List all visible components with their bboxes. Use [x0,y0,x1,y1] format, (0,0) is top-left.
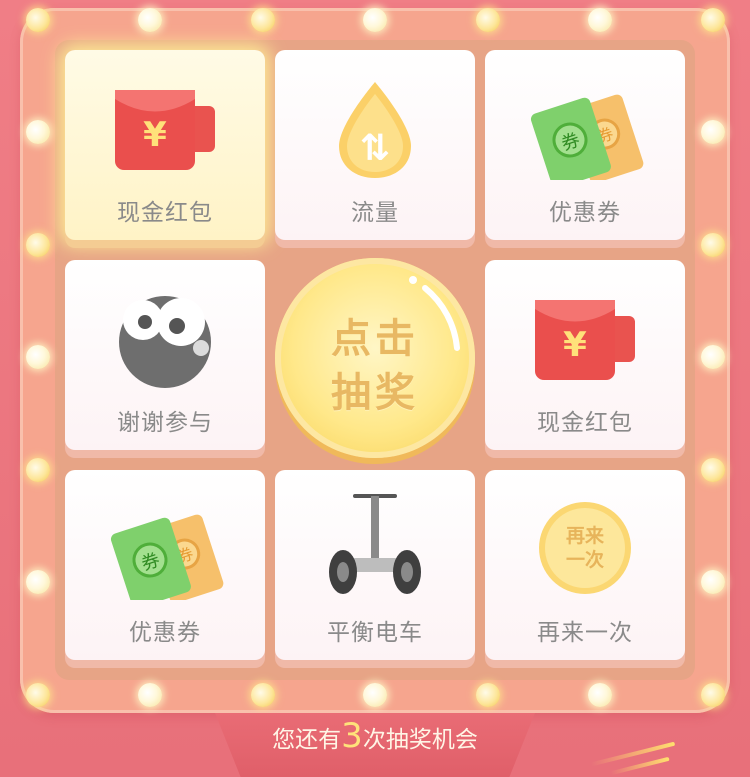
red-envelope-icon: ¥ [105,80,225,180]
light-bulb [701,120,725,144]
light-bulb [26,120,50,144]
draw-button-line2: 抽奖 [331,370,419,416]
light-bulb [476,8,500,32]
light-bulb [476,683,500,707]
light-bulb [363,8,387,32]
light-bulb [251,8,275,32]
light-bulb [701,683,725,707]
light-bulb [26,233,50,257]
attempts-count: 3 [341,716,363,756]
svg-text:再来: 再来 [566,525,604,547]
sad-face-icon [105,290,225,390]
prize-cell-thanks[interactable]: 谢谢参与 [65,260,265,450]
light-bulb [701,570,725,594]
light-bulb [363,683,387,707]
prize-label: 流量 [351,200,399,226]
prize-label: 再来一次 [537,620,633,646]
light-bulb [26,458,50,482]
svg-text:¥: ¥ [563,325,587,365]
light-bulb [701,458,725,482]
light-bulb [138,8,162,32]
prize-cell-coupon-2[interactable]: 券 券 优惠券 [65,470,265,660]
svg-text:一次: 一次 [566,548,604,571]
draw-button[interactable]: 点击 抽奖 [275,258,475,458]
prize-label: 现金红包 [537,410,633,436]
attempts-suffix: 次抽奖机会 [362,727,478,753]
prize-cell-coupon[interactable]: 券 券 优惠券 [485,50,685,240]
decorative-streak [610,756,670,776]
prize-cell-cash-red-envelope[interactable]: ¥ 现金红包 [65,50,265,240]
prize-cell-balance-scooter[interactable]: 平衡电车 [275,470,475,660]
prize-label: 谢谢参与 [117,410,213,436]
light-bulb [26,570,50,594]
light-bulb [26,8,50,32]
attempts-prefix: 您还有 [272,727,342,753]
light-bulb [701,345,725,369]
prize-cell-try-again[interactable]: 再来 一次 再来一次 [485,470,685,660]
draw-button-line1: 点击 [331,316,419,362]
red-envelope-icon: ¥ [525,290,645,390]
light-bulb [588,683,612,707]
prize-label: 平衡电车 [327,620,423,646]
balance-scooter-icon [315,488,435,594]
prize-cell-data-traffic[interactable]: ⇅ 流量 [275,50,475,240]
light-bulb [26,345,50,369]
prize-label: 优惠券 [129,620,201,646]
svg-text:⇅: ⇅ [360,128,390,169]
coupon-icon: 券 券 [105,500,225,608]
light-bulb [701,8,725,32]
light-bulb [588,8,612,32]
prize-label: 现金红包 [117,200,213,226]
light-bulb [251,683,275,707]
prize-cell-cash-red-envelope-2[interactable]: ¥ 现金红包 [485,260,685,450]
retry-coin-icon: 再来 一次 [525,500,645,600]
light-bulb [26,683,50,707]
svg-text:¥: ¥ [143,115,167,155]
prize-label: 优惠券 [549,200,621,226]
data-drop-icon: ⇅ [315,80,435,180]
light-bulb [701,233,725,257]
light-bulb [138,683,162,707]
coupon-icon: 券 券 [525,80,645,188]
